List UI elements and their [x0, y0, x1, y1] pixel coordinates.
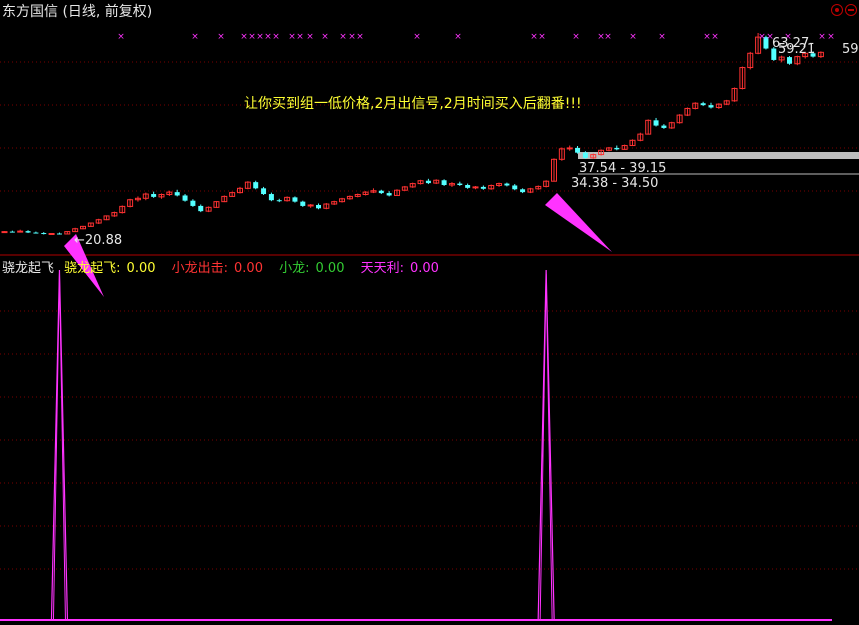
indicator-name: 骁龙起飞	[2, 261, 55, 276]
signal-marker: ×	[248, 32, 256, 42]
candle-body-down	[33, 232, 39, 234]
range-upper-label: 37.54 - 39.15	[579, 161, 667, 176]
low-price-label: ←20.88	[74, 233, 123, 248]
candle-body-down	[261, 188, 267, 195]
candle-body-down	[661, 125, 667, 128]
indicator-legend: 骁龙起飞 骁龙起飞: 0.00 小龙出击: 0.00 小龙: 0.00 天天利: 0.0…	[2, 257, 451, 276]
signal-marker: ×	[339, 32, 347, 42]
candle-body-down	[653, 120, 659, 126]
candle-body-down	[56, 233, 62, 235]
range-lower-label: 34.38 - 34.50	[571, 176, 659, 191]
candle-body-down	[700, 103, 706, 106]
chart-window: × × × × × × × × × × × × × × × × × × × × × × × × × × × × × × × 东方国信 (日线…	[0, 0, 859, 625]
signal-marker: ×	[538, 32, 546, 42]
candle-body-down	[441, 180, 447, 186]
high-label-c: 59.	[842, 42, 859, 57]
candle-body-down	[268, 194, 274, 201]
chart-title: 东方国信 (日线, 前复权)	[2, 4, 153, 20]
candle-body-down	[41, 233, 47, 235]
candle-body-up	[566, 147, 573, 150]
candle-body-up	[472, 186, 479, 189]
candle-body-down	[480, 186, 486, 189]
legend-item-4: 天天利: 0.00	[360, 261, 439, 276]
signal-marker: ×	[818, 32, 826, 42]
candle-body-down	[316, 204, 321, 209]
legend-item-1: 骁龙起飞: 0.00	[64, 261, 156, 276]
candle-body-down	[300, 201, 306, 206]
indicator-spike	[50, 269, 69, 621]
candle-body-down	[504, 183, 510, 186]
signal-marker: ×	[454, 32, 462, 42]
candle-body-down	[512, 185, 518, 190]
legend-item-3: 小龙: 0.00	[279, 261, 345, 276]
minimize-icon[interactable]	[845, 4, 857, 16]
signal-marker: ×	[413, 32, 421, 42]
signal-marker: ×	[117, 32, 125, 42]
candle-body-down	[378, 190, 384, 194]
candle-body-down	[465, 185, 471, 188]
signal-marker: ×	[658, 32, 666, 42]
signal-marker: ×	[306, 32, 314, 42]
signal-marker: ×	[703, 32, 711, 42]
signal-marker: ×	[321, 32, 329, 42]
candle-body-down	[582, 152, 588, 158]
candle-body-down	[276, 200, 282, 202]
signal-marker: ×	[240, 32, 248, 42]
close-icon[interactable]	[831, 4, 843, 16]
signal-marker: ×	[348, 32, 356, 42]
signal-marker: ×	[827, 32, 835, 42]
candle-body-down	[787, 57, 792, 64]
candle-body-down	[198, 205, 204, 212]
signal-marker: ×	[264, 32, 272, 42]
candle-body-down	[174, 192, 180, 196]
candle-body-down	[708, 105, 714, 108]
candle-body-down	[25, 231, 31, 233]
candle-body-up	[48, 233, 55, 236]
signal-marker: ×	[758, 32, 766, 42]
candle-body-down	[9, 231, 15, 233]
candle-body-down	[457, 183, 463, 186]
candle-body-down	[425, 180, 431, 184]
signal-marker: ×	[191, 32, 199, 42]
signal-marker: ×	[272, 32, 280, 42]
candle-body-up	[307, 204, 314, 207]
promo-annotation: 让你买到组一低价格,2月出信号,2月时间买入后翻番!!!	[244, 96, 582, 112]
signal-marker: ×	[711, 32, 719, 42]
candle-body-down	[520, 189, 526, 193]
candle-body-up	[17, 230, 24, 233]
candle-body-down	[292, 197, 298, 202]
candle-body-down	[614, 147, 620, 150]
candle-body-down	[190, 200, 196, 206]
signal-marker: ×	[256, 32, 264, 42]
buy-arrow-2	[545, 193, 612, 252]
candle-body-down	[151, 194, 157, 197]
signal-marker: ×	[572, 32, 580, 42]
candle-body-down	[182, 195, 188, 201]
signal-marker: ×	[217, 32, 225, 42]
signal-marker: ×	[629, 32, 637, 42]
candle-body-down	[386, 193, 392, 196]
indicator-spike	[537, 269, 555, 621]
legend-item-2: 小龙出击: 0.00	[171, 261, 263, 276]
signal-marker: ×	[530, 32, 538, 42]
signal-marker: ×	[604, 32, 612, 42]
candle-body-down	[575, 147, 581, 153]
high-label-b: 59.21	[778, 42, 816, 57]
candle-body-up	[1, 231, 8, 234]
candle-body-down	[253, 182, 259, 189]
range-highlight-bar	[578, 152, 859, 159]
signal-marker: ×	[288, 32, 296, 42]
signal-marker: ×	[356, 32, 364, 42]
signal-marker: ×	[296, 32, 304, 42]
